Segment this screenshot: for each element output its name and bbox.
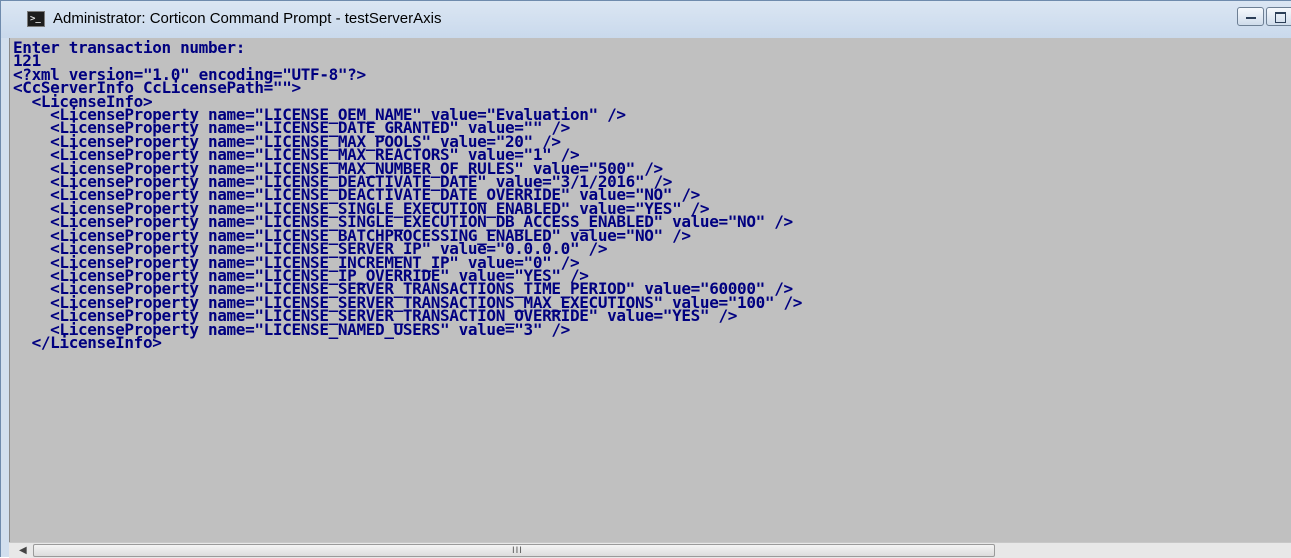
horizontal-scrollbar[interactable]: ◀ III <box>9 542 1291 558</box>
console-window: >_ Administrator: Corticon Command Promp… <box>0 0 1291 558</box>
console-line: </LicenseInfo> <box>13 332 162 352</box>
minimize-button[interactable] <box>1237 7 1264 26</box>
scroll-left-arrow-icon[interactable]: ◀ <box>19 545 27 556</box>
console-output-area[interactable]: Enter transaction number: 121 <?xml vers… <box>9 38 1291 542</box>
maximize-button[interactable] <box>1266 7 1291 26</box>
maximize-icon <box>1275 12 1286 23</box>
minimize-icon <box>1246 17 1256 19</box>
scrollbar-thumb[interactable]: III <box>33 544 995 557</box>
window-title: Administrator: Corticon Command Prompt -… <box>53 10 442 27</box>
command-prompt-icon[interactable]: >_ <box>27 11 45 27</box>
scrollbar-grip-icon: III <box>512 546 523 556</box>
title-bar[interactable]: >_ Administrator: Corticon Command Promp… <box>1 1 1291 38</box>
console-line: Enter transaction number: <box>13 38 246 57</box>
console-output-text: Enter transaction number: 121 <?xml vers… <box>10 38 1291 352</box>
